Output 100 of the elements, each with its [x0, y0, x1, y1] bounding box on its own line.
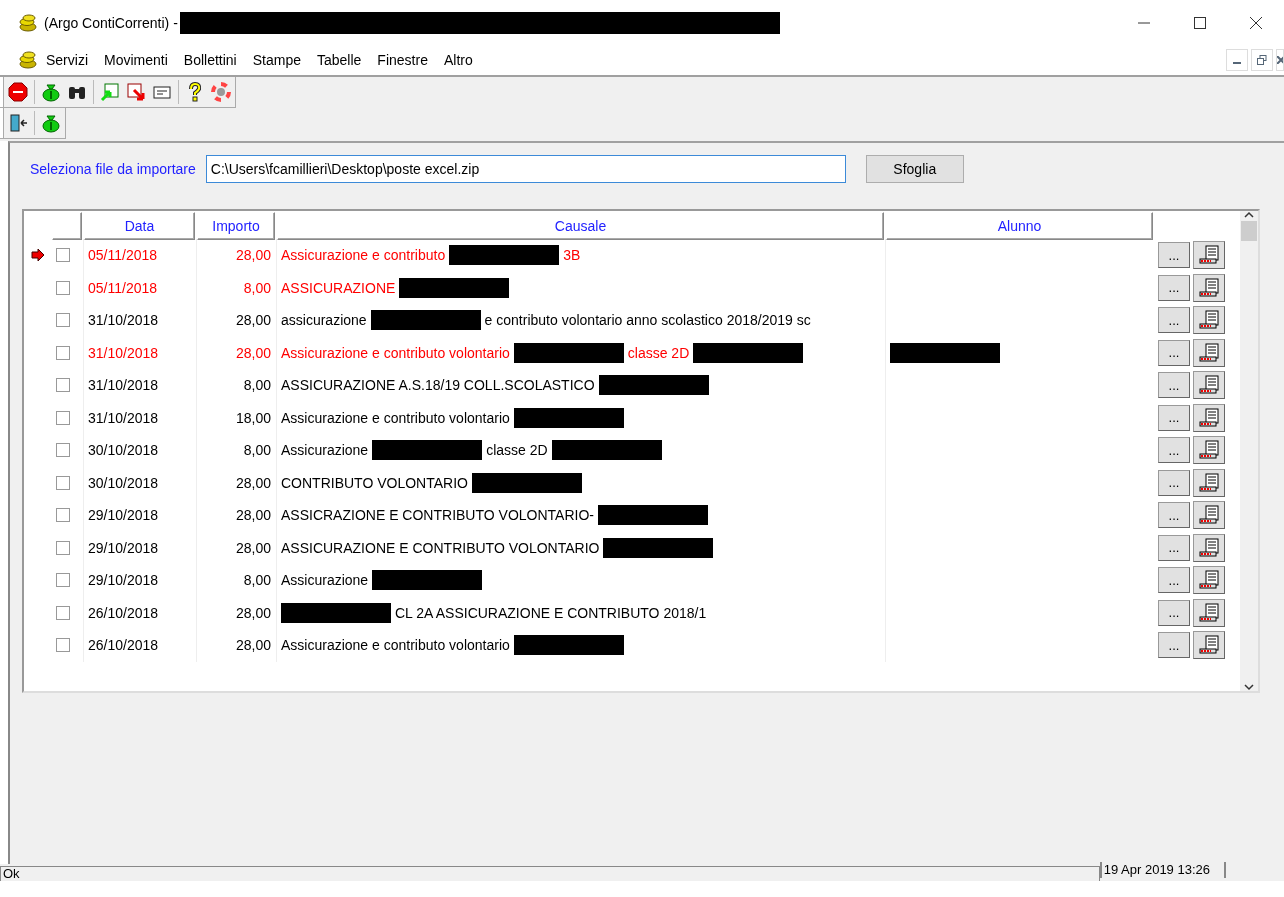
close-icon[interactable]: [1250, 16, 1262, 29]
row-checkbox[interactable]: [56, 475, 70, 490]
list-button[interactable]: [1193, 436, 1225, 465]
list-button[interactable]: [1193, 273, 1225, 302]
column-header[interactable]: Importo: [197, 212, 275, 240]
details-button[interactable]: ...: [1158, 242, 1190, 269]
date-cell: 26/10/2018: [84, 629, 197, 662]
file-path-field[interactable]: C:\Users\fcamillieri\Desktop\poste excel.zip: [205, 155, 846, 183]
causale-text: CL 2A ASSICURAZIONE E CONTRIBUTO 2018/1: [395, 604, 707, 621]
details-button[interactable]: ...: [1158, 632, 1190, 659]
date-cell: 31/10/2018: [84, 369, 197, 402]
list-button[interactable]: [1193, 468, 1225, 497]
status-message: Ok: [0, 866, 1100, 881]
row-checkbox[interactable]: [56, 540, 70, 555]
exit-door-icon[interactable]: [8, 113, 28, 133]
scroll-down-icon[interactable]: [1244, 683, 1254, 691]
row-checkbox[interactable]: [56, 508, 70, 523]
causale-text: CONTRIBUTO VOLONTARIO: [281, 474, 468, 491]
amount-cell: 28,00: [197, 304, 277, 337]
list-button[interactable]: [1193, 403, 1225, 432]
details-button[interactable]: ...: [1158, 307, 1190, 334]
money-bag-icon[interactable]: [41, 82, 61, 102]
browse-button[interactable]: Sfoglia: [865, 155, 964, 183]
row-checkbox[interactable]: [56, 605, 70, 620]
row-checkbox[interactable]: [56, 378, 70, 393]
amount-cell: 28,00: [197, 499, 277, 532]
list-button[interactable]: [1193, 501, 1225, 530]
causale-text: Assicurazione e contributo volontario: [281, 637, 510, 654]
causale-text: ASSICURAZIONE A.S.18/19 COLL.SCOLASTICO: [281, 377, 595, 394]
menu-item[interactable]: Bollettini: [175, 52, 245, 68]
details-button[interactable]: ...: [1158, 437, 1190, 464]
causale-text: e contributo volontario anno scolastico 2018/2019 sc: [484, 312, 811, 329]
amount-cell: 28,00: [197, 596, 277, 629]
scrollbar-thumb[interactable]: [1241, 221, 1257, 241]
app-coins-icon[interactable]: [18, 13, 38, 32]
money-bag-icon[interactable]: [41, 113, 61, 133]
list-button[interactable]: [1193, 306, 1225, 335]
column-header[interactable]: Causale: [277, 212, 884, 240]
row-checkbox[interactable]: [56, 313, 70, 328]
export-arrow-icon[interactable]: [126, 82, 146, 102]
details-button[interactable]: ...: [1158, 502, 1190, 529]
details-button[interactable]: ...: [1158, 274, 1190, 301]
date-cell: 05/11/2018: [84, 271, 197, 304]
causale-text: Assicurazione e contributo volontario: [281, 409, 510, 426]
details-button[interactable]: ...: [1158, 372, 1190, 399]
menu-item[interactable]: Finestre: [369, 52, 436, 68]
row-checkbox[interactable]: [56, 248, 70, 263]
amount-cell: 18,00: [197, 401, 277, 434]
maximize-icon[interactable]: [1194, 16, 1206, 29]
column-header[interactable]: Alunno: [886, 212, 1153, 240]
row-checkbox[interactable]: [56, 573, 70, 588]
date-cell: 31/10/2018: [84, 304, 197, 337]
row-checkbox[interactable]: [56, 443, 70, 458]
causale-text: ASSICRAZIONE E CONTRIBUTO VOLONTARIO-: [281, 507, 594, 524]
list-button[interactable]: [1193, 598, 1225, 627]
details-button[interactable]: ...: [1158, 469, 1190, 496]
menu-item[interactable]: Servizi: [38, 52, 96, 68]
close-button[interactable]: [1276, 49, 1284, 71]
menu-item[interactable]: Tabelle: [309, 52, 370, 68]
list-button[interactable]: [1193, 241, 1225, 270]
amount-cell: 28,00: [197, 336, 277, 369]
causale-text: ASSICURAZIONE E CONTRIBUTO VOLONTARIO: [281, 539, 600, 556]
status-datetime: 19 Apr 2019 13:26: [1099, 862, 1226, 878]
amount-cell: 8,00: [197, 271, 277, 304]
menu-coins-icon[interactable]: [18, 51, 38, 69]
list-button[interactable]: [1193, 631, 1225, 660]
date-cell: 29/10/2018: [84, 564, 197, 597]
stop-icon[interactable]: [8, 82, 28, 102]
list-button[interactable]: [1193, 566, 1225, 595]
list-button[interactable]: [1193, 533, 1225, 562]
minimize-button[interactable]: [1226, 49, 1248, 71]
row-checkbox[interactable]: [56, 345, 70, 360]
file-picker-label: Seleziona file da importare: [30, 161, 196, 177]
details-button[interactable]: ...: [1158, 404, 1190, 431]
causale-text: classe 2D: [486, 442, 548, 459]
close-icon: [1277, 56, 1283, 64]
details-button[interactable]: ...: [1158, 534, 1190, 561]
date-cell: 30/10/2018: [84, 434, 197, 467]
list-button[interactable]: [1193, 338, 1225, 367]
column-header[interactable]: Data: [84, 212, 195, 240]
causale-text: 3B: [563, 247, 581, 264]
lifebuoy-icon[interactable]: [211, 82, 231, 102]
restore-button[interactable]: [1251, 49, 1273, 71]
amount-cell: 8,00: [197, 434, 277, 467]
menu-item[interactable]: Movimenti: [96, 52, 176, 68]
row-checkbox[interactable]: [56, 410, 70, 425]
causale-text: Assicurazione: [281, 442, 369, 459]
scroll-up-icon[interactable]: [1244, 211, 1254, 219]
causale-text: classe 2D: [627, 344, 690, 361]
list-button[interactable]: [1193, 371, 1225, 400]
causale-text: Assicurazione: [281, 572, 369, 589]
menu-item[interactable]: Altro: [435, 52, 481, 68]
details-button[interactable]: ...: [1158, 567, 1190, 594]
details-button[interactable]: ...: [1158, 599, 1190, 626]
row-checkbox[interactable]: [56, 280, 70, 295]
row-checkbox[interactable]: [56, 638, 70, 653]
details-button[interactable]: ...: [1158, 339, 1190, 366]
causale-text: Assicurazione e contributo volontario: [281, 344, 510, 361]
menu-item[interactable]: Stampe: [244, 52, 309, 68]
amount-cell: 28,00: [197, 629, 277, 662]
